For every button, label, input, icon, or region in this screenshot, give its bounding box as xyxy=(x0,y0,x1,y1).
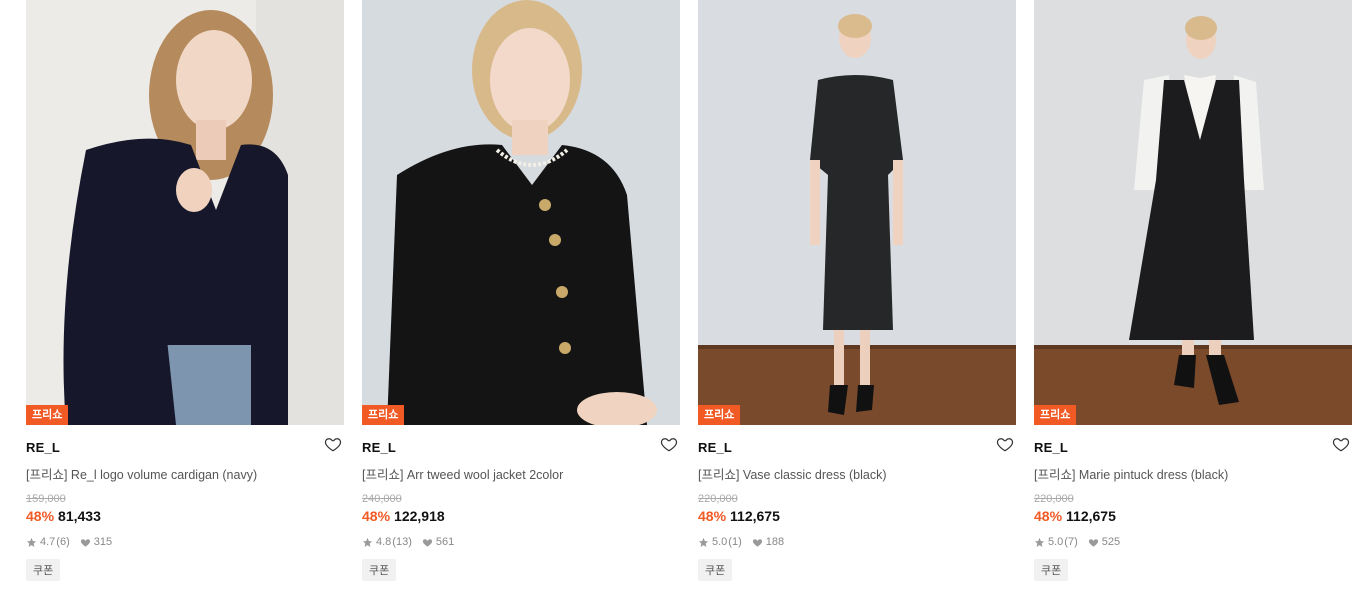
heart-filled-icon xyxy=(422,538,432,547)
original-price: 159,000 xyxy=(26,493,66,505)
price-row: 48% 112,675 xyxy=(698,508,1016,524)
discount-rate: 48% xyxy=(1034,508,1063,524)
review-count: (1) xyxy=(728,536,742,548)
rating-value: 4.8 xyxy=(376,536,392,548)
heart-filled-icon xyxy=(1088,538,1098,547)
sale-price: 112,675 xyxy=(1066,508,1116,524)
product-meta: 5.0 (7) 525 xyxy=(1034,536,1352,548)
heart-outline-icon[interactable] xyxy=(1332,435,1350,453)
coupon-tag: 쿠폰 xyxy=(698,559,733,581)
coupon-tag: 쿠폰 xyxy=(26,559,61,581)
like-count: 188 xyxy=(765,536,785,548)
brand-name[interactable]: RE_L xyxy=(698,440,732,455)
price-row: 48% 122,918 xyxy=(362,508,680,524)
like-count: 561 xyxy=(435,536,455,548)
discount-rate: 48% xyxy=(26,508,55,524)
brand-name[interactable]: RE_L xyxy=(1034,440,1068,455)
product-card[interactable]: 프리쇼 RE_L [프리쇼] Vase classic dress (black… xyxy=(698,0,1016,581)
star-icon xyxy=(1034,537,1045,547)
review-count: (6) xyxy=(56,536,70,548)
coupon-tag: 쿠폰 xyxy=(362,559,397,581)
star-icon xyxy=(26,537,37,547)
preshow-badge: 프리쇼 xyxy=(698,405,741,425)
brand-name[interactable]: RE_L xyxy=(362,440,396,455)
heart-outline-icon[interactable] xyxy=(996,435,1014,453)
discount-rate: 48% xyxy=(698,508,727,524)
rating-value: 5.0 xyxy=(1048,536,1064,548)
heart-outline-icon[interactable] xyxy=(660,435,678,453)
product-image[interactable]: 프리쇼 xyxy=(26,0,344,425)
price-row: 48% 112,675 xyxy=(1034,508,1352,524)
review-count: (7) xyxy=(1064,536,1078,548)
product-meta: 5.0 (1) 188 xyxy=(698,536,1016,548)
product-title[interactable]: [프리쇼] Re_l logo volume cardigan (navy) xyxy=(26,464,344,483)
original-price: 220,000 xyxy=(1034,493,1074,505)
heart-filled-icon xyxy=(752,538,762,547)
preshow-badge: 프리쇼 xyxy=(1034,405,1077,425)
product-meta: 4.8 (13) 561 xyxy=(362,536,680,548)
star-icon xyxy=(362,537,373,547)
product-grid: 프리쇼 RE_L [프리쇼] Re_l logo volume cardigan… xyxy=(26,0,1352,581)
rating-value: 5.0 xyxy=(712,536,728,548)
product-card[interactable]: 프리쇼 RE_L [프리쇼] Arr tweed wool jacket 2co… xyxy=(362,0,680,581)
sale-price: 81,433 xyxy=(58,508,101,524)
preshow-badge: 프리쇼 xyxy=(362,405,405,425)
original-price: 240,000 xyxy=(362,493,402,505)
product-image[interactable]: 프리쇼 xyxy=(698,0,1016,425)
star-icon xyxy=(698,537,709,547)
sale-price: 112,675 xyxy=(730,508,780,524)
product-card[interactable]: 프리쇼 RE_L [프리쇼] Re_l logo volume cardigan… xyxy=(26,0,344,581)
product-image[interactable]: 프리쇼 xyxy=(362,0,680,425)
product-title[interactable]: [프리쇼] Marie pintuck dress (black) xyxy=(1034,464,1352,483)
product-title[interactable]: [프리쇼] Arr tweed wool jacket 2color xyxy=(362,464,680,483)
discount-rate: 48% xyxy=(362,508,391,524)
sale-price: 122,918 xyxy=(394,508,445,524)
review-count: (13) xyxy=(392,536,412,548)
heart-outline-icon[interactable] xyxy=(324,435,342,453)
original-price: 220,000 xyxy=(698,493,738,505)
like-count: 315 xyxy=(93,536,113,548)
product-image[interactable]: 프리쇼 xyxy=(1034,0,1352,425)
rating-value: 4.7 xyxy=(40,536,56,548)
product-meta: 4.7 (6) 315 xyxy=(26,536,344,548)
brand-name[interactable]: RE_L xyxy=(26,440,60,455)
coupon-tag: 쿠폰 xyxy=(1034,559,1069,581)
preshow-badge: 프리쇼 xyxy=(26,405,69,425)
product-card[interactable]: 프리쇼 RE_L [프리쇼] Marie pintuck dress (blac… xyxy=(1034,0,1352,581)
product-title[interactable]: [프리쇼] Vase classic dress (black) xyxy=(698,464,1016,483)
like-count: 525 xyxy=(1101,536,1121,548)
price-row: 48% 81,433 xyxy=(26,508,344,524)
heart-filled-icon xyxy=(80,538,90,547)
